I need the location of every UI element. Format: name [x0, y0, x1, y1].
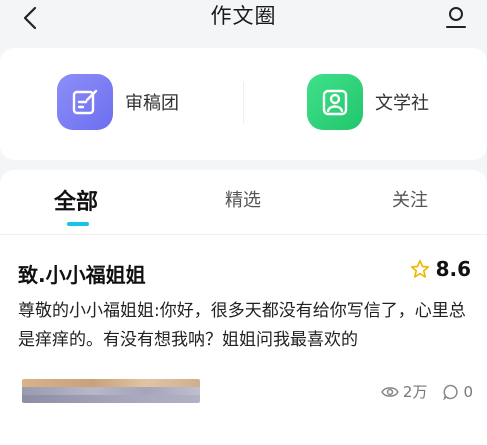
shortcut-card: 审稿团 文学社	[0, 48, 487, 160]
active-tab-indicator	[67, 222, 89, 226]
eye-icon	[381, 386, 399, 397]
profile-button[interactable]	[443, 3, 469, 33]
post-stats: 2万 0	[381, 381, 473, 402]
post-score: 8.6	[410, 257, 471, 281]
user-icon	[446, 7, 466, 28]
review-team-label: 审稿团	[125, 93, 179, 114]
feed-card: 全部 精选 关注 致.小小福姐姐 8.6 尊敬的小小福姐姐:你好，很多天都没有给…	[0, 170, 487, 445]
page-title: 作文圈	[210, 4, 277, 28]
star-icon	[410, 259, 429, 278]
post-thumbnail	[22, 379, 200, 403]
literature-club-label: 文学社	[375, 93, 429, 114]
edit-note-icon	[72, 89, 98, 115]
post-excerpt: 尊敬的小小福姐姐:你好，很多天都没有给你写信了，心里总是痒痒的。有没有想我呐？姐…	[18, 301, 466, 350]
view-count-value: 2万	[402, 383, 428, 401]
tab-all[interactable]: 全部	[54, 184, 98, 216]
top-bar: 作文圈	[0, 0, 487, 44]
literature-club-icon-tile	[307, 74, 363, 130]
post-title: 致.小小福姐姐	[18, 263, 146, 287]
tab-featured[interactable]: 精选	[225, 186, 261, 212]
person-badge-icon	[322, 89, 348, 116]
tab-following[interactable]: 关注	[392, 186, 428, 212]
literature-club-shortcut[interactable]: 文学社	[307, 72, 429, 132]
review-team-shortcut[interactable]: 审稿团	[57, 72, 179, 132]
review-team-icon-tile	[57, 74, 113, 130]
shortcut-divider	[243, 82, 244, 124]
comment-icon	[443, 384, 459, 400]
view-count: 2万	[381, 381, 428, 402]
post-card[interactable]: 致.小小福姐姐 8.6 尊敬的小小福姐姐:你好，很多天都没有给你写信了，心里总是…	[0, 234, 487, 435]
comment-count-value: 0	[463, 382, 473, 401]
comment-count[interactable]: 0	[443, 383, 473, 401]
score-value: 8.6	[435, 257, 471, 281]
